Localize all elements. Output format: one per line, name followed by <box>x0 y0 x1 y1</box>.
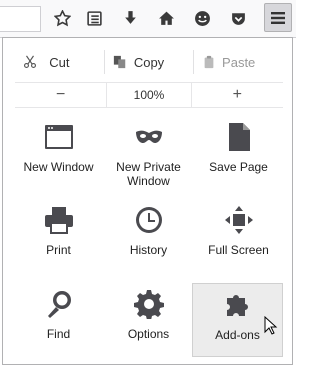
find-button[interactable]: Find <box>14 285 103 357</box>
clock-icon <box>135 207 162 233</box>
puzzle-icon <box>226 295 248 316</box>
star-icon[interactable] <box>50 6 74 30</box>
history-button[interactable]: History <box>104 201 193 273</box>
page-icon <box>228 123 250 151</box>
edit-controls: Cut Copy Paste <box>15 50 283 74</box>
app-menu-panel: Cut Copy Paste − 100% + New Window New P… <box>2 37 293 365</box>
full-screen-label: Full Screen <box>208 243 269 257</box>
cut-label: Cut <box>49 54 70 70</box>
print-label: Print <box>46 243 71 257</box>
new-window-button[interactable]: New Window <box>14 118 103 190</box>
options-button[interactable]: Options <box>104 285 193 357</box>
zoom-out-button[interactable]: − <box>15 83 106 107</box>
paste-label: Paste <box>222 54 256 70</box>
zoom-controls: − 100% + <box>15 82 283 108</box>
hamburger-menu-button[interactable] <box>264 3 292 32</box>
new-private-window-line2: Window <box>127 174 170 188</box>
options-label: Options <box>127 327 170 341</box>
magnifier-icon <box>47 291 71 318</box>
zoom-reset-button[interactable]: 100% <box>106 83 192 107</box>
print-button[interactable]: Print <box>14 201 103 273</box>
emoji-icon[interactable] <box>190 6 214 30</box>
find-label: Find <box>46 327 71 341</box>
save-page-button[interactable]: Save Page <box>194 118 283 190</box>
private-mask-icon <box>135 130 162 143</box>
hamburger-menu-icon <box>271 11 285 24</box>
history-label: History <box>129 243 168 257</box>
download-icon[interactable] <box>118 6 142 30</box>
new-private-window-line1: New Private <box>116 160 181 174</box>
address-bar[interactable] <box>0 6 41 32</box>
fullscreen-icon <box>224 206 253 234</box>
gear-icon <box>133 290 164 319</box>
copy-button[interactable]: Copy <box>103 50 194 74</box>
save-page-label: Save Page <box>209 160 268 174</box>
clipboard-icon <box>204 55 214 69</box>
home-icon[interactable] <box>154 6 178 30</box>
zoom-in-button[interactable]: + <box>192 83 283 107</box>
pocket-icon[interactable] <box>226 6 250 30</box>
copy-icon <box>113 55 125 69</box>
full-screen-button[interactable]: Full Screen <box>194 201 283 273</box>
copy-label: Copy <box>133 54 165 70</box>
mouse-cursor-icon <box>264 316 278 335</box>
cut-button[interactable]: Cut <box>15 50 104 74</box>
reading-list-icon[interactable] <box>82 6 106 30</box>
paste-button[interactable]: Paste <box>193 50 283 74</box>
new-window-label: New Window <box>23 160 94 174</box>
window-icon <box>44 125 73 149</box>
printer-icon <box>44 207 73 234</box>
scissors-icon <box>24 55 36 68</box>
new-private-window-button[interactable]: New Private Window <box>104 118 193 190</box>
new-private-window-label: New Private Window <box>104 160 193 188</box>
browser-toolbar <box>0 0 296 38</box>
